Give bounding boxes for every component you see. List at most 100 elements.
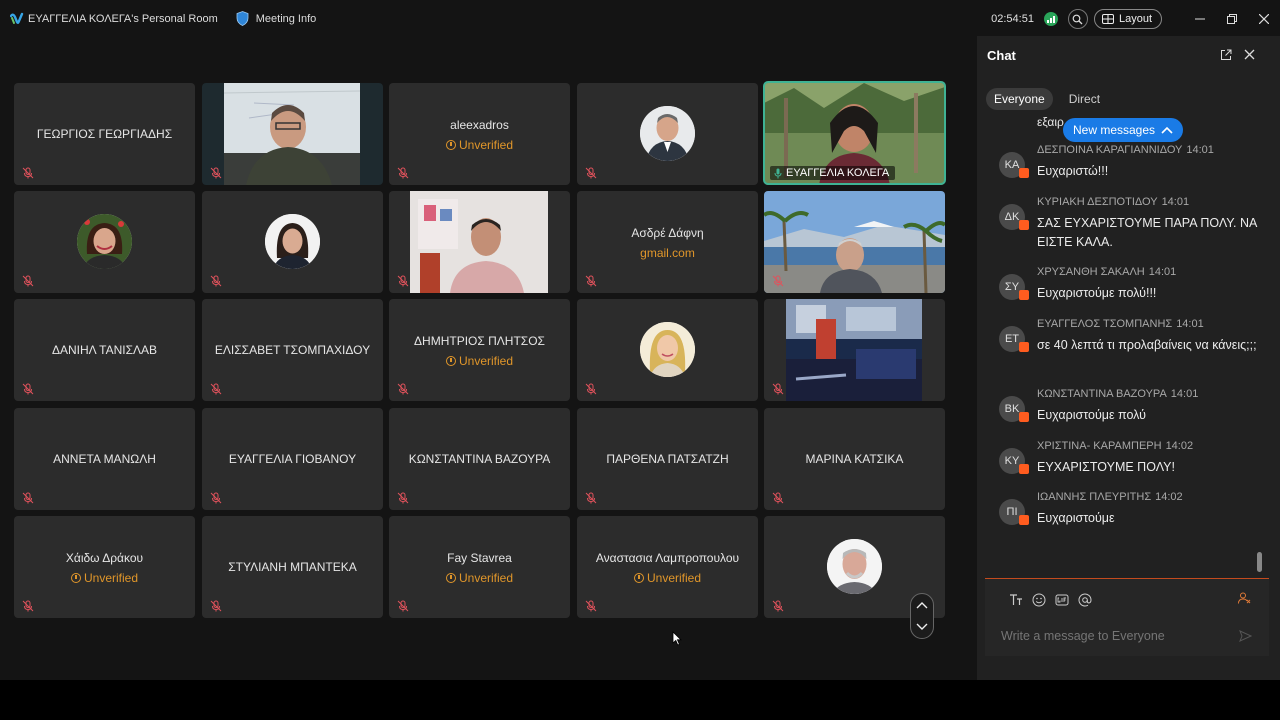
participant-tile[interactable]: Αναστασια Λαμπροπουλου Unverified	[577, 516, 758, 618]
participant-tile[interactable]	[202, 83, 383, 185]
participant-video	[786, 299, 922, 401]
participant-avatar	[77, 214, 132, 269]
participant-tile[interactable]: ΕΥΑΓΓΕΛΙΑ ΓΙΟΒΑΝΟΥ	[202, 408, 383, 510]
participant-name: ΠΑΡΘΕΝΑ ΠΑΤΣΑΤΖΗ	[606, 452, 729, 466]
mention-icon[interactable]	[1076, 591, 1093, 608]
chat-message-input[interactable]	[1001, 629, 1231, 643]
message-text: Ευχαριστούμε	[1037, 511, 1115, 525]
message-time: 14:02	[1155, 491, 1183, 503]
minimize-icon[interactable]	[1184, 7, 1216, 31]
chevron-down-icon[interactable]	[916, 623, 928, 631]
participant-tile[interactable]: ΕΛΙΣΣΑΒΕΤ ΤΣΟΜΠΑΧΙΔΟΥ	[202, 299, 383, 401]
message-text: ΣΑΣ ΕΥΧΑΡΙΣΤΟΥΜΕ ΠΑΡΑ ΠΟΛΥ. ΝΑ ΕΙΣΤΕ ΚΑΛ…	[1037, 216, 1257, 249]
room-title: ΕΥΑΓΓΕΛΙΑ ΚΟΛΕΓΑ's Personal Room	[28, 12, 218, 25]
participant-video	[224, 83, 360, 185]
message-text: σε 40 λεπτά τι προλαβαίνεις να κάνεις;;;	[1037, 338, 1257, 352]
message-sender: ΔΕΣΠΟΙΝΑ ΚΑΡΑΓΙΑΝΝΙΔΟΥ	[1037, 144, 1183, 156]
send-icon[interactable]	[1239, 629, 1253, 647]
chevron-up-icon[interactable]	[916, 601, 928, 609]
message-text: Ευχαριστώ!!!	[1037, 164, 1109, 178]
tab-direct[interactable]: Direct	[1061, 88, 1108, 110]
unverified-badge: Unverified	[14, 571, 195, 585]
participant-video	[764, 191, 945, 293]
layout-button[interactable]: Layout	[1093, 9, 1162, 29]
mic-muted-icon	[397, 167, 409, 179]
participant-tile[interactable]: ΔΑΝΙΗΛ ΤΑΝΙΣΛΑΒ	[14, 299, 195, 401]
message-time: 14:01	[1170, 388, 1199, 400]
participant-tile[interactable]: aleexadros Unverified	[389, 83, 570, 185]
mic-muted-icon	[585, 167, 597, 179]
avatar: ΠΙ	[999, 499, 1029, 525]
participant-tile[interactable]	[577, 83, 758, 185]
participant-tile[interactable]	[764, 191, 945, 293]
participant-tile-active-speaker[interactable]: ΕΥΑΓΓΕΛΙΑ ΚΟΛΕΓΑ	[764, 83, 945, 185]
participant-tile[interactable]: ΚΩΝΣΤΑΝΤΙΝΑ ΒΑΖΟΥΡΑ	[389, 408, 570, 510]
participant-tile[interactable]: ΣΤΥΛΙΑΝΗ ΜΠΑΝΤΕΚΑ	[202, 516, 383, 618]
pop-out-icon[interactable]	[1220, 49, 1232, 61]
meeting-timer: 02:54:51	[991, 13, 1034, 25]
avatar: ΕΤ	[999, 326, 1029, 352]
shield-icon	[236, 11, 249, 26]
close-window-icon[interactable]	[1248, 7, 1280, 31]
message-time: 14:01	[1148, 266, 1177, 278]
chat-composer	[985, 578, 1269, 656]
mic-muted-icon	[22, 383, 34, 395]
avatar: ΒΚ	[999, 396, 1029, 422]
connection-signal-icon[interactable]	[1043, 12, 1058, 26]
tab-everyone[interactable]: Everyone	[986, 88, 1053, 110]
unverified-badge: Unverified	[389, 571, 570, 585]
participant-tile[interactable]	[202, 191, 383, 293]
participant-tile[interactable]	[14, 191, 195, 293]
warning-icon	[445, 573, 456, 583]
participant-name: ΔΗΜΗΤΡΙΟΣ ΠΛΗΤΣΟΣ	[414, 334, 545, 348]
gif-icon[interactable]	[1053, 591, 1070, 608]
meeting-info-button[interactable]: Meeting Info	[236, 11, 317, 26]
avatar: ΔΚ	[999, 204, 1029, 230]
participant-tile[interactable]: Ασδρέ Δάφνη gmail.com	[577, 191, 758, 293]
mic-muted-icon	[397, 492, 409, 504]
participant-name: ΕΥΑΓΓΕΛΙΑ ΓΙΟΒΑΝΟΥ	[228, 452, 357, 466]
participant-tile[interactable]: ΑΝΝΕΤΑ ΜΑΝΩΛΗ	[14, 408, 195, 510]
participant-tile[interactable]: ΠΑΡΘΕΝΑ ΠΑΤΣΑΤΖΗ	[577, 408, 758, 510]
mic-muted-icon	[210, 492, 222, 504]
mic-muted-icon	[210, 167, 222, 179]
zoom-icon[interactable]	[1067, 9, 1088, 29]
grid-page-scroller[interactable]	[910, 593, 934, 639]
message-sender: ΧΡΙΣΤΙΝΑ- ΚΑΡΑΜΠΕΡΗ	[1037, 440, 1162, 452]
chat-tabs: Everyone Direct	[986, 88, 1108, 110]
close-icon[interactable]	[1244, 49, 1255, 60]
avatar: ΚΑ	[999, 152, 1029, 178]
text-format-icon[interactable]	[1007, 591, 1024, 608]
mic-muted-icon	[397, 600, 409, 612]
unverified-badge: Unverified	[389, 354, 570, 368]
meeting-info-label: Meeting Info	[255, 12, 317, 25]
participant-tile[interactable]	[577, 299, 758, 401]
participant-avatar	[640, 322, 695, 377]
participant-name: ΓΕΩΡΓΙΟΣ ΓΕΩΡΓΙΑΔΗΣ	[36, 127, 173, 141]
people-icon[interactable]	[1237, 591, 1251, 610]
emoji-icon[interactable]	[1030, 591, 1047, 608]
participant-tile[interactable]: Χάιδω Δράκου Unverified	[14, 516, 195, 618]
restore-icon[interactable]	[1216, 7, 1248, 31]
message-text: Ευχαριστούμε πολύ	[1037, 408, 1146, 422]
mic-muted-icon	[397, 275, 409, 287]
mic-muted-icon	[585, 492, 597, 504]
message-time: 14:01	[1186, 144, 1214, 156]
participant-tile[interactable]: ΜΑΡΙΝΑ ΚΑΤΣΙΚΑ	[764, 408, 945, 510]
mic-muted-icon	[772, 275, 784, 287]
webex-logo-icon	[10, 12, 24, 24]
participant-tile[interactable]: ΓΕΩΡΓΙΟΣ ΓΕΩΡΓΙΑΔΗΣ	[14, 83, 195, 185]
warning-icon	[633, 573, 644, 583]
participant-tile[interactable]: ΔΗΜΗΤΡΙΟΣ ΠΛΗΤΣΟΣ Unverified	[389, 299, 570, 401]
participant-tile[interactable]	[389, 191, 570, 293]
participant-name: ΣΤΥΛΙΑΝΗ ΜΠΑΝΤΕΚΑ	[228, 560, 357, 574]
participant-tile[interactable]: Fay Stavrea Unverified	[389, 516, 570, 618]
chat-scrollbar[interactable]	[1257, 552, 1262, 572]
avatar: ΣΥ	[999, 274, 1029, 300]
mic-muted-icon	[210, 600, 222, 612]
mic-muted-icon	[585, 383, 597, 395]
meeting-window: ΕΥΑΓΓΕΛΙΑ ΚΟΛΕΓΑ's Personal Room Meeting…	[0, 0, 1280, 680]
new-messages-button[interactable]: New messages	[1063, 118, 1184, 142]
mic-muted-icon	[22, 492, 34, 504]
participant-tile[interactable]	[764, 299, 945, 401]
